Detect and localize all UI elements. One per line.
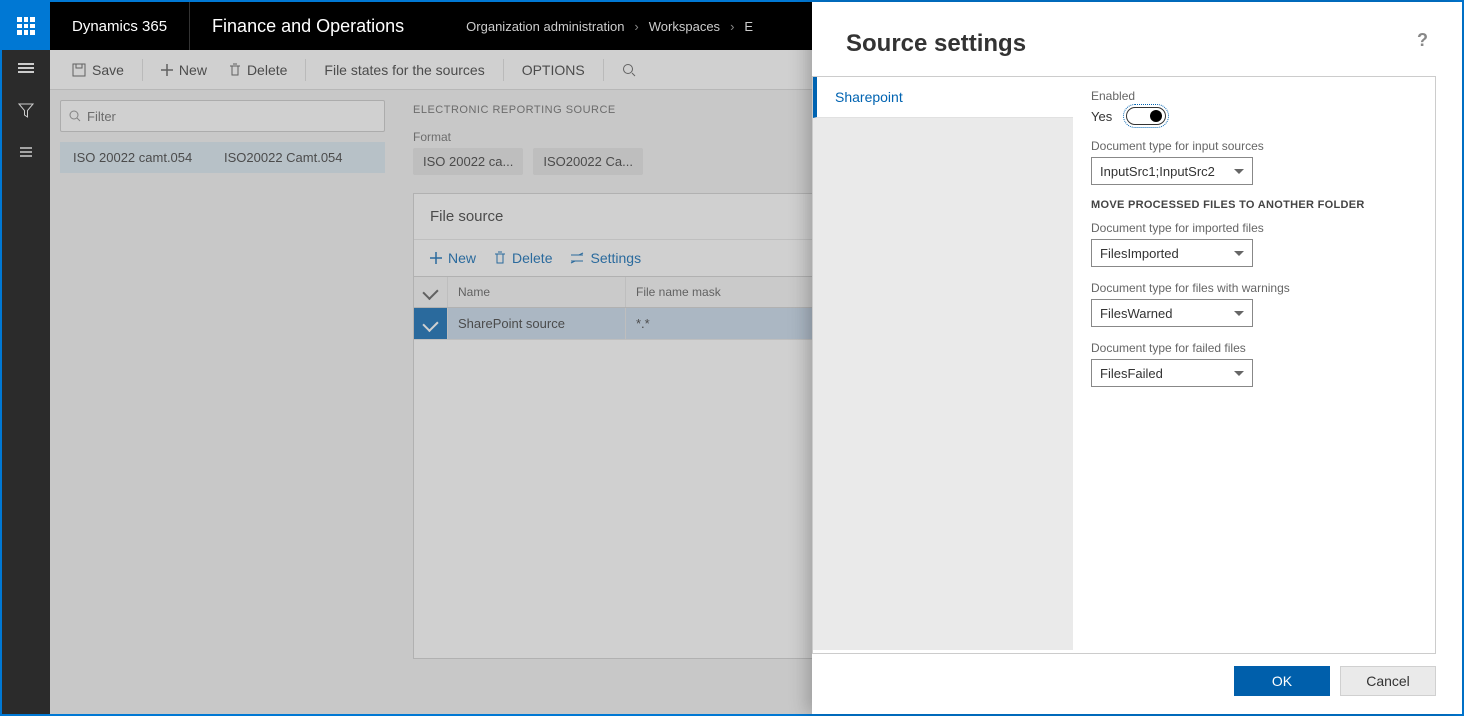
flyout-nav-sharepoint[interactable]: Sharepoint (813, 77, 1073, 118)
trash-icon (494, 251, 506, 265)
input-sources-value: InputSrc1;InputSrc2 (1100, 164, 1215, 179)
save-button[interactable]: Save (64, 50, 132, 89)
search-icon (622, 63, 636, 77)
warned-value: FilesWarned (1100, 306, 1172, 321)
list-item-col2: ISO20022 Camt.054 (224, 150, 375, 165)
list-item[interactable]: ISO 20022 camt.054 ISO20022 Camt.054 (60, 142, 385, 173)
row-checkbox[interactable] (414, 308, 448, 339)
waffle-icon (17, 17, 35, 35)
file-states-button[interactable]: File states for the sources (316, 50, 492, 89)
row-name: SharePoint source (448, 308, 626, 339)
input-sources-label: Document type for input sources (1091, 139, 1417, 153)
flyout-title: Source settings (846, 30, 1026, 58)
card-new-button[interactable]: New (430, 250, 476, 266)
input-sources-combo[interactable]: InputSrc1;InputSrc2 (1091, 157, 1253, 185)
filter-placeholder: Filter (87, 109, 116, 124)
left-navigation-rail (2, 50, 50, 714)
plus-icon (161, 64, 173, 76)
hamburger-menu-button[interactable] (16, 58, 36, 78)
format-value-2: ISO20022 Ca... (533, 148, 643, 175)
search-button[interactable] (614, 50, 644, 89)
breadcrumb-item[interactable]: Organization administration (466, 19, 624, 34)
module-label[interactable]: Finance and Operations (190, 2, 426, 50)
grid-header-name[interactable]: Name (448, 277, 626, 307)
new-label: New (179, 62, 207, 78)
chevron-right-icon: › (634, 19, 638, 34)
chevron-down-icon (1234, 371, 1244, 376)
breadcrumb-item[interactable]: Workspaces (649, 19, 720, 34)
imported-value: FilesImported (1100, 246, 1179, 261)
help-icon[interactable]: ? (1417, 30, 1428, 51)
failed-value: FilesFailed (1100, 366, 1163, 381)
failed-combo[interactable]: FilesFailed (1091, 359, 1253, 387)
filter-input[interactable]: Filter (60, 100, 385, 132)
list-item-col1: ISO 20022 camt.054 (73, 150, 224, 165)
options-label: OPTIONS (522, 62, 585, 78)
source-settings-flyout: Source settings ? Sharepoint Enabled Yes… (812, 2, 1462, 714)
options-button[interactable]: OPTIONS (514, 50, 593, 89)
settings-icon (570, 252, 584, 264)
record-list-pane: Filter ISO 20022 camt.054 ISO20022 Camt.… (50, 90, 395, 714)
trash-icon (229, 63, 241, 77)
search-icon (69, 110, 81, 122)
imported-label: Document type for imported files (1091, 221, 1417, 235)
app-launcher-button[interactable] (2, 2, 50, 50)
card-new-label: New (448, 250, 476, 266)
filter-icon[interactable] (16, 100, 36, 120)
chevron-down-icon (1234, 169, 1244, 174)
failed-label: Document type for failed files (1091, 341, 1417, 355)
card-settings-label: Settings (590, 250, 641, 266)
save-label: Save (92, 62, 124, 78)
save-icon (72, 63, 86, 77)
warned-combo[interactable]: FilesWarned (1091, 299, 1253, 327)
format-value-1: ISO 20022 ca... (413, 148, 523, 175)
new-button[interactable]: New (153, 50, 215, 89)
flyout-form: Enabled Yes Document type for input sour… (1073, 77, 1435, 653)
delete-button[interactable]: Delete (221, 50, 295, 89)
plus-icon (430, 252, 442, 264)
ok-label: OK (1272, 673, 1292, 689)
ok-button[interactable]: OK (1234, 666, 1330, 696)
chevron-right-icon: › (730, 19, 734, 34)
enabled-label: Enabled (1091, 89, 1417, 103)
chevron-down-icon (1234, 311, 1244, 316)
card-delete-label: Delete (512, 250, 552, 266)
cancel-label: Cancel (1366, 673, 1410, 689)
cancel-button[interactable]: Cancel (1340, 666, 1436, 696)
grid-header-select[interactable] (414, 277, 448, 307)
file-states-label: File states for the sources (324, 62, 484, 78)
enabled-toggle[interactable] (1126, 107, 1166, 125)
imported-combo[interactable]: FilesImported (1091, 239, 1253, 267)
brand-label[interactable]: Dynamics 365 (50, 2, 190, 50)
enabled-value: Yes (1091, 109, 1112, 124)
delete-label: Delete (247, 62, 287, 78)
card-settings-button[interactable]: Settings (570, 250, 641, 266)
breadcrumb-item[interactable]: E (744, 19, 753, 34)
move-files-subhead: MOVE PROCESSED FILES TO ANOTHER FOLDER (1091, 199, 1417, 211)
flyout-nav: Sharepoint (813, 77, 1073, 653)
card-delete-button[interactable]: Delete (494, 250, 552, 266)
list-icon[interactable] (16, 142, 36, 162)
warned-label: Document type for files with warnings (1091, 281, 1417, 295)
chevron-down-icon (1234, 251, 1244, 256)
